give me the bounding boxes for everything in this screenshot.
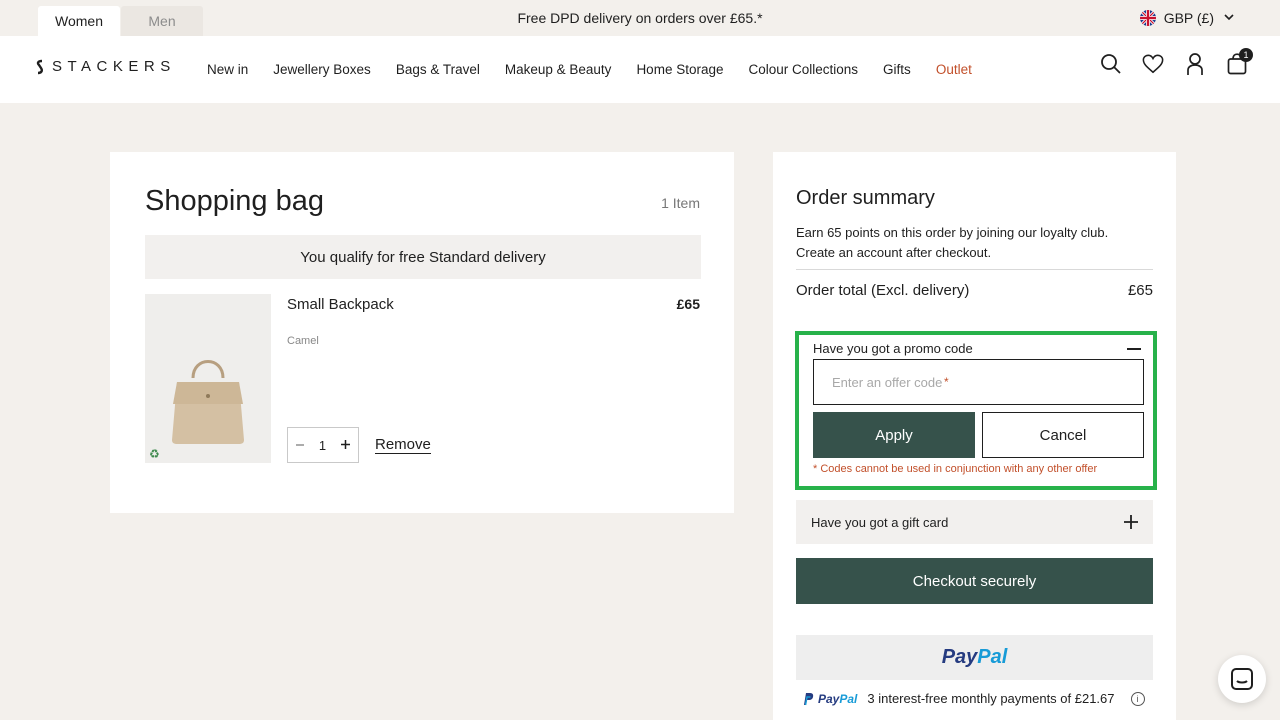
shopping-bag-card: Shopping bag 1 Item You qualify for free… — [110, 152, 734, 513]
nav-home-storage[interactable]: Home Storage — [636, 62, 723, 77]
product-variant: Camel — [287, 335, 319, 347]
order-summary-card: Order summary Earn 65 points on this ord… — [773, 152, 1176, 720]
page-title: Shopping bag — [145, 185, 324, 217]
paypal-p-icon — [804, 692, 814, 705]
tab-women[interactable]: Women — [38, 6, 120, 36]
promo-code-toggle[interactable]: Have you got a promo code — [813, 341, 1143, 356]
product-name[interactable]: Small Backpack — [287, 296, 394, 313]
nav-gifts[interactable]: Gifts — [883, 62, 911, 77]
apply-button[interactable]: Apply — [813, 412, 975, 458]
paypal-logo: PayPal — [941, 646, 1008, 668]
heart-icon[interactable] — [1142, 52, 1164, 76]
checkout-button[interactable]: Checkout securely — [796, 558, 1153, 604]
top-bar: Free DPD delivery on orders over £65.* W… — [0, 0, 1280, 36]
nav-outlet[interactable]: Outlet — [936, 62, 972, 77]
main-nav: New in Jewellery Boxes Bags & Travel Mak… — [207, 36, 972, 103]
backpack-image — [172, 360, 244, 444]
header-icons: 1 — [1100, 48, 1253, 76]
loyalty-message: Earn 65 points on this order by joining … — [796, 223, 1136, 263]
expand-icon — [1124, 511, 1138, 533]
paypal-button[interactable]: PayPal — [796, 635, 1153, 680]
search-icon[interactable] — [1100, 52, 1122, 76]
logo[interactable]: STACKERS — [36, 58, 176, 75]
currency-label: GBP (£) — [1163, 10, 1214, 26]
loyalty-line-1: Earn 65 points on this order by joining … — [796, 225, 1109, 240]
cancel-button[interactable]: Cancel — [982, 412, 1144, 458]
item-count: 1 Item — [661, 195, 700, 211]
paypal-small-logo: PayPal — [802, 692, 857, 706]
site-header: STACKERS New in Jewellery Boxes Bags & T… — [0, 36, 1280, 103]
quantity-stepper: 1 — [287, 427, 359, 463]
product-price: £65 — [676, 296, 700, 312]
order-total-row: Order total (Excl. delivery) £65 — [796, 269, 1153, 299]
remove-item-button[interactable]: Remove — [375, 436, 431, 454]
tab-men[interactable]: Men — [121, 6, 203, 36]
nav-new-in[interactable]: New in — [207, 62, 248, 77]
nav-makeup-beauty[interactable]: Makeup & Beauty — [505, 62, 612, 77]
chat-icon — [1231, 668, 1253, 690]
collapse-icon — [1127, 347, 1141, 350]
account-icon[interactable] — [1184, 52, 1206, 76]
cart-count-badge: 1 — [1239, 48, 1253, 62]
nav-colour-collections[interactable]: Colour Collections — [748, 62, 858, 77]
chat-button[interactable] — [1218, 655, 1266, 703]
chevron-down-icon — [1224, 12, 1234, 24]
gift-card-label: Have you got a gift card — [811, 514, 949, 530]
order-total-label: Order total (Excl. delivery) — [796, 281, 970, 299]
currency-selector[interactable]: GBP (£) — [1139, 0, 1234, 36]
loyalty-line-2: Create an account after checkout. — [796, 245, 992, 260]
nav-jewellery-boxes[interactable]: Jewellery Boxes — [273, 62, 371, 77]
promo-code-section: Have you got a promo code * Apply Cancel… — [795, 331, 1157, 490]
gift-card-toggle[interactable]: Have you got a gift card — [796, 500, 1153, 544]
logo-text: STACKERS — [52, 58, 176, 75]
decrease-quantity-button[interactable] — [295, 438, 305, 453]
logo-mark-icon — [36, 59, 43, 74]
nav-bags-travel[interactable]: Bags & Travel — [396, 62, 480, 77]
bag-icon[interactable]: 1 — [1226, 48, 1253, 76]
product-image[interactable]: ♻ — [145, 294, 271, 463]
promo-code-heading: Have you got a promo code — [813, 341, 973, 356]
increase-quantity-button[interactable] — [340, 438, 351, 453]
recycle-icon: ♻ — [149, 447, 160, 461]
uk-flag-icon — [1139, 10, 1156, 26]
paylater-text: 3 interest-free monthly payments of £21.… — [867, 691, 1115, 706]
quantity-value[interactable]: 1 — [319, 438, 326, 453]
order-total-value: £65 — [1127, 281, 1153, 299]
promo-warning: * Codes cannot be used in conjunction wi… — [813, 463, 1098, 475]
delivery-note: You qualify for free Standard delivery — [145, 235, 701, 279]
promo-code-input[interactable] — [813, 359, 1144, 405]
info-icon[interactable]: i — [1130, 691, 1145, 706]
summary-title: Order summary — [796, 187, 935, 209]
paypal-pay-later: PayPal 3 interest-free monthly payments … — [802, 691, 1145, 706]
